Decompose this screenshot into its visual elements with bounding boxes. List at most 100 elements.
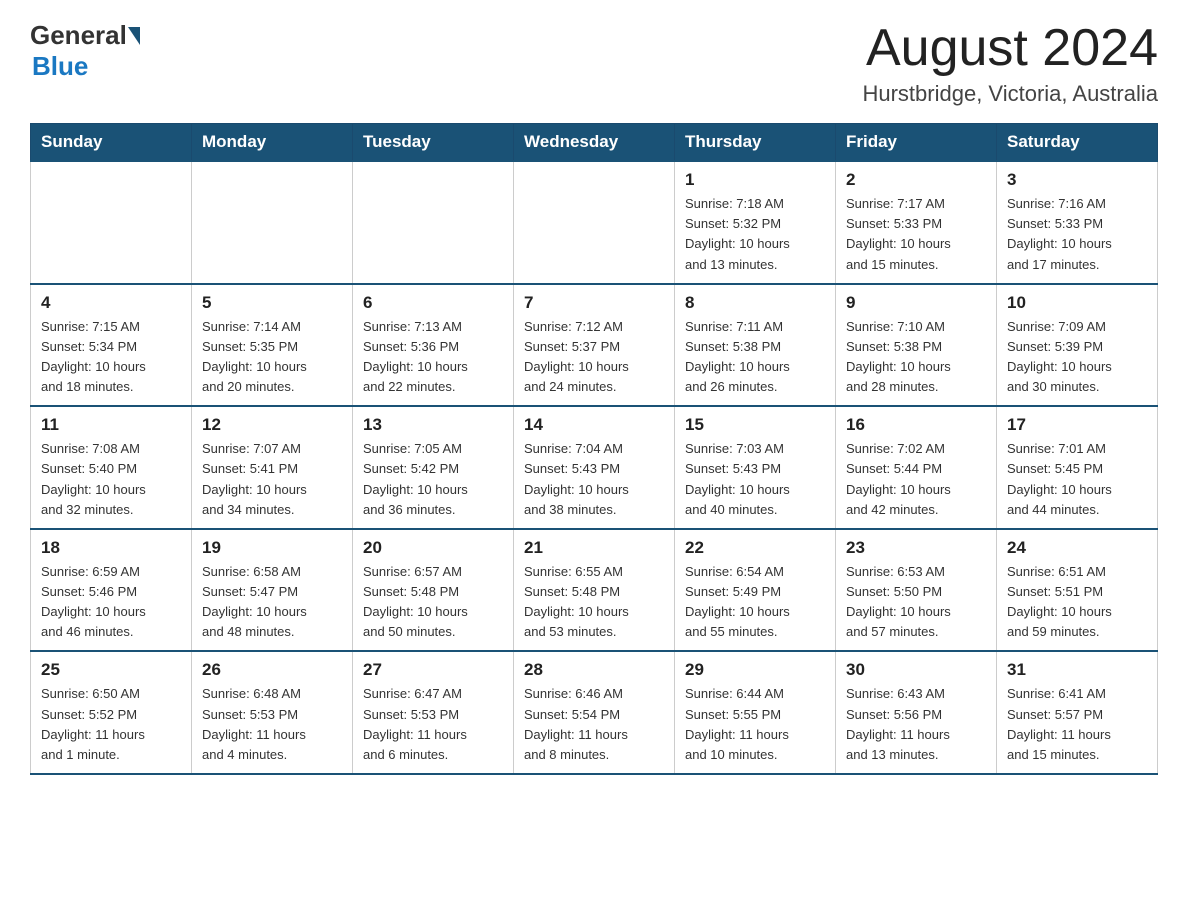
calendar-cell: 11 Sunrise: 7:08 AMSunset: 5:40 PMDayligh… xyxy=(31,406,192,529)
calendar-week-2: 4 Sunrise: 7:15 AMSunset: 5:34 PMDaylight… xyxy=(31,284,1158,407)
calendar-cell: 17 Sunrise: 7:01 AMSunset: 5:45 PMDayligh… xyxy=(997,406,1158,529)
day-info: Sunrise: 6:43 AMSunset: 5:56 PMDaylight:… xyxy=(846,684,986,765)
calendar-cell: 5 Sunrise: 7:14 AMSunset: 5:35 PMDaylight… xyxy=(192,284,353,407)
calendar-cell: 16 Sunrise: 7:02 AMSunset: 5:44 PMDayligh… xyxy=(836,406,997,529)
day-number: 23 xyxy=(846,538,986,558)
weekday-header-sunday: Sunday xyxy=(31,124,192,162)
calendar-cell: 25 Sunrise: 6:50 AMSunset: 5:52 PMDayligh… xyxy=(31,651,192,774)
day-info: Sunrise: 7:01 AMSunset: 5:45 PMDaylight:… xyxy=(1007,439,1147,520)
day-info: Sunrise: 7:09 AMSunset: 5:39 PMDaylight:… xyxy=(1007,317,1147,398)
weekday-header-monday: Monday xyxy=(192,124,353,162)
day-number: 18 xyxy=(41,538,181,558)
calendar-cell: 7 Sunrise: 7:12 AMSunset: 5:37 PMDaylight… xyxy=(514,284,675,407)
calendar-cell: 4 Sunrise: 7:15 AMSunset: 5:34 PMDaylight… xyxy=(31,284,192,407)
day-info: Sunrise: 6:53 AMSunset: 5:50 PMDaylight:… xyxy=(846,562,986,643)
day-info: Sunrise: 7:07 AMSunset: 5:41 PMDaylight:… xyxy=(202,439,342,520)
calendar-cell xyxy=(514,161,675,284)
day-info: Sunrise: 7:14 AMSunset: 5:35 PMDaylight:… xyxy=(202,317,342,398)
day-info: Sunrise: 7:17 AMSunset: 5:33 PMDaylight:… xyxy=(846,194,986,275)
weekday-header-tuesday: Tuesday xyxy=(353,124,514,162)
calendar-cell: 1Sunrise: 7:18 AMSunset: 5:32 PMDaylight… xyxy=(675,161,836,284)
day-number: 15 xyxy=(685,415,825,435)
location-subtitle: Hurstbridge, Victoria, Australia xyxy=(862,81,1158,107)
day-number: 1 xyxy=(685,170,825,190)
calendar-cell: 19 Sunrise: 6:58 AMSunset: 5:47 PMDayligh… xyxy=(192,529,353,652)
day-info: Sunrise: 7:04 AMSunset: 5:43 PMDaylight:… xyxy=(524,439,664,520)
day-info: Sunrise: 6:50 AMSunset: 5:52 PMDaylight:… xyxy=(41,684,181,765)
day-number: 14 xyxy=(524,415,664,435)
weekday-header-friday: Friday xyxy=(836,124,997,162)
day-info: Sunrise: 7:12 AMSunset: 5:37 PMDaylight:… xyxy=(524,317,664,398)
day-number: 28 xyxy=(524,660,664,680)
day-number: 20 xyxy=(363,538,503,558)
calendar-cell: 14 Sunrise: 7:04 AMSunset: 5:43 PMDayligh… xyxy=(514,406,675,529)
weekday-header-saturday: Saturday xyxy=(997,124,1158,162)
day-number: 17 xyxy=(1007,415,1147,435)
calendar-cell: 2 Sunrise: 7:17 AMSunset: 5:33 PMDaylight… xyxy=(836,161,997,284)
calendar-cell: 30Sunrise: 6:43 AMSunset: 5:56 PMDayligh… xyxy=(836,651,997,774)
calendar-cell xyxy=(31,161,192,284)
calendar-week-5: 25 Sunrise: 6:50 AMSunset: 5:52 PMDayligh… xyxy=(31,651,1158,774)
calendar-cell: 10 Sunrise: 7:09 AMSunset: 5:39 PMDayligh… xyxy=(997,284,1158,407)
day-info: Sunrise: 7:13 AMSunset: 5:36 PMDaylight:… xyxy=(363,317,503,398)
calendar-cell: 21Sunrise: 6:55 AMSunset: 5:48 PMDayligh… xyxy=(514,529,675,652)
day-info: Sunrise: 6:47 AMSunset: 5:53 PMDaylight:… xyxy=(363,684,503,765)
day-info: Sunrise: 6:58 AMSunset: 5:47 PMDaylight:… xyxy=(202,562,342,643)
day-info: Sunrise: 7:02 AMSunset: 5:44 PMDaylight:… xyxy=(846,439,986,520)
calendar-cell xyxy=(192,161,353,284)
day-number: 31 xyxy=(1007,660,1147,680)
calendar-week-4: 18 Sunrise: 6:59 AMSunset: 5:46 PMDayligh… xyxy=(31,529,1158,652)
day-number: 3 xyxy=(1007,170,1147,190)
day-number: 19 xyxy=(202,538,342,558)
weekday-header-wednesday: Wednesday xyxy=(514,124,675,162)
calendar-week-3: 11 Sunrise: 7:08 AMSunset: 5:40 PMDayligh… xyxy=(31,406,1158,529)
calendar-cell: 15Sunrise: 7:03 AMSunset: 5:43 PMDayligh… xyxy=(675,406,836,529)
calendar-cell: 6Sunrise: 7:13 AMSunset: 5:36 PMDaylight… xyxy=(353,284,514,407)
calendar-cell xyxy=(353,161,514,284)
day-number: 7 xyxy=(524,293,664,313)
day-number: 24 xyxy=(1007,538,1147,558)
day-number: 2 xyxy=(846,170,986,190)
day-info: Sunrise: 7:08 AMSunset: 5:40 PMDaylight:… xyxy=(41,439,181,520)
day-number: 26 xyxy=(202,660,342,680)
calendar-cell: 9Sunrise: 7:10 AMSunset: 5:38 PMDaylight… xyxy=(836,284,997,407)
day-info: Sunrise: 6:57 AMSunset: 5:48 PMDaylight:… xyxy=(363,562,503,643)
day-info: Sunrise: 6:44 AMSunset: 5:55 PMDaylight:… xyxy=(685,684,825,765)
calendar-cell: 23 Sunrise: 6:53 AMSunset: 5:50 PMDayligh… xyxy=(836,529,997,652)
calendar-cell: 8 Sunrise: 7:11 AMSunset: 5:38 PMDaylight… xyxy=(675,284,836,407)
day-info: Sunrise: 6:41 AMSunset: 5:57 PMDaylight:… xyxy=(1007,684,1147,765)
day-number: 29 xyxy=(685,660,825,680)
day-number: 11 xyxy=(41,415,181,435)
day-number: 16 xyxy=(846,415,986,435)
day-number: 25 xyxy=(41,660,181,680)
calendar-week-1: 1Sunrise: 7:18 AMSunset: 5:32 PMDaylight… xyxy=(31,161,1158,284)
day-number: 22 xyxy=(685,538,825,558)
day-number: 5 xyxy=(202,293,342,313)
calendar-cell: 22Sunrise: 6:54 AMSunset: 5:49 PMDayligh… xyxy=(675,529,836,652)
day-number: 27 xyxy=(363,660,503,680)
weekday-header-row: SundayMondayTuesdayWednesdayThursdayFrid… xyxy=(31,124,1158,162)
calendar-cell: 31 Sunrise: 6:41 AMSunset: 5:57 PMDayligh… xyxy=(997,651,1158,774)
day-info: Sunrise: 7:10 AMSunset: 5:38 PMDaylight:… xyxy=(846,317,986,398)
day-info: Sunrise: 7:11 AMSunset: 5:38 PMDaylight:… xyxy=(685,317,825,398)
day-info: Sunrise: 6:46 AMSunset: 5:54 PMDaylight:… xyxy=(524,684,664,765)
calendar-cell: 20 Sunrise: 6:57 AMSunset: 5:48 PMDayligh… xyxy=(353,529,514,652)
day-number: 4 xyxy=(41,293,181,313)
day-info: Sunrise: 7:05 AMSunset: 5:42 PMDaylight:… xyxy=(363,439,503,520)
day-number: 10 xyxy=(1007,293,1147,313)
day-info: Sunrise: 6:59 AMSunset: 5:46 PMDaylight:… xyxy=(41,562,181,643)
calendar-table: SundayMondayTuesdayWednesdayThursdayFrid… xyxy=(30,123,1158,775)
day-info: Sunrise: 7:15 AMSunset: 5:34 PMDaylight:… xyxy=(41,317,181,398)
day-info: Sunrise: 6:48 AMSunset: 5:53 PMDaylight:… xyxy=(202,684,342,765)
day-number: 13 xyxy=(363,415,503,435)
calendar-cell: 26 Sunrise: 6:48 AMSunset: 5:53 PMDayligh… xyxy=(192,651,353,774)
calendar-cell: 28 Sunrise: 6:46 AMSunset: 5:54 PMDayligh… xyxy=(514,651,675,774)
title-section: August 2024 Hurstbridge, Victoria, Austr… xyxy=(862,20,1158,107)
day-info: Sunrise: 7:16 AMSunset: 5:33 PMDaylight:… xyxy=(1007,194,1147,275)
day-number: 12 xyxy=(202,415,342,435)
day-number: 8 xyxy=(685,293,825,313)
calendar-cell: 12 Sunrise: 7:07 AMSunset: 5:41 PMDayligh… xyxy=(192,406,353,529)
day-info: Sunrise: 6:51 AMSunset: 5:51 PMDaylight:… xyxy=(1007,562,1147,643)
calendar-cell: 24 Sunrise: 6:51 AMSunset: 5:51 PMDayligh… xyxy=(997,529,1158,652)
calendar-cell: 27 Sunrise: 6:47 AMSunset: 5:53 PMDayligh… xyxy=(353,651,514,774)
